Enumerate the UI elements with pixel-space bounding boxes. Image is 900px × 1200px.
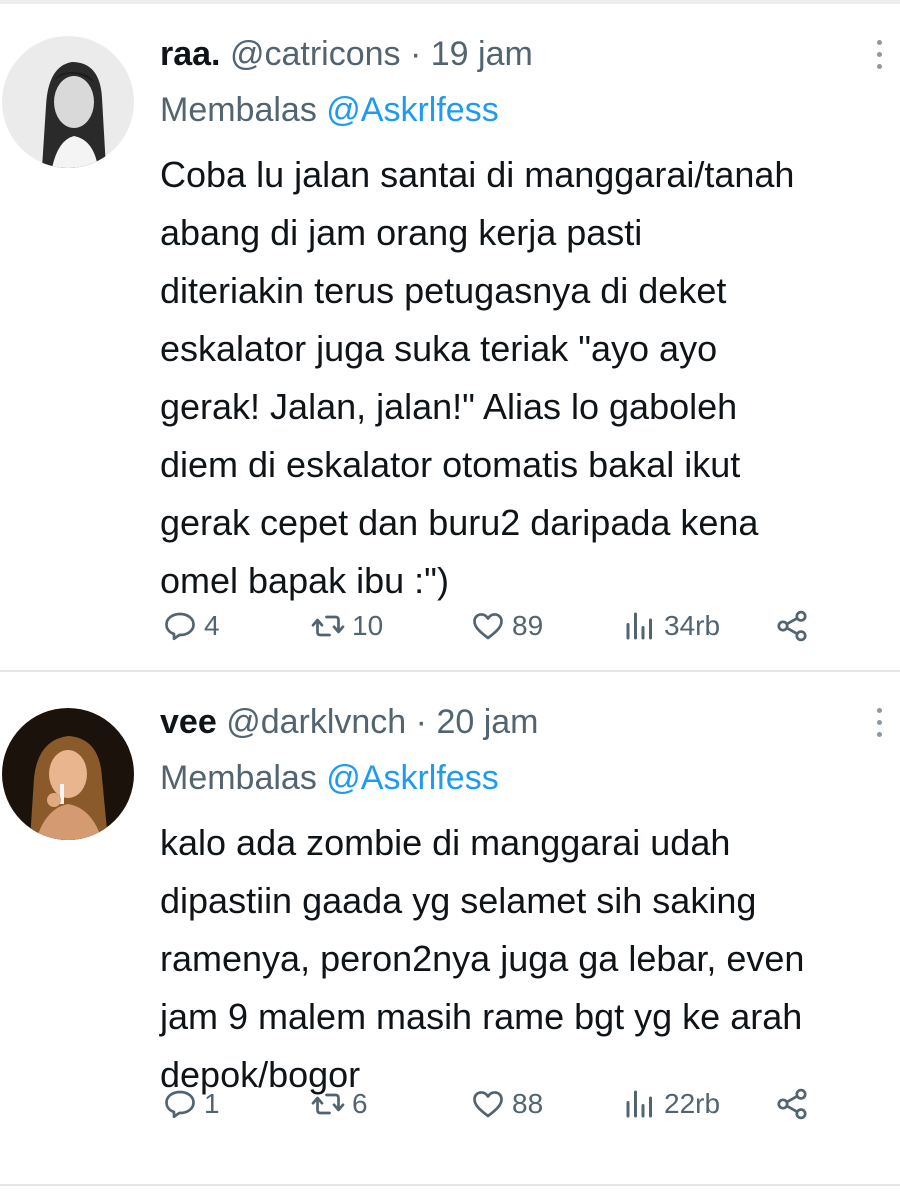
timestamp[interactable]: 19 jam [431, 35, 533, 73]
like-button[interactable]: 88 [470, 1082, 543, 1126]
reply-count: 4 [204, 610, 220, 641]
share-icon [777, 1088, 807, 1120]
action-bar: 1 6 88 22rb [160, 1082, 840, 1126]
share-button[interactable] [774, 1082, 810, 1126]
reply-button[interactable]: 4 [162, 604, 220, 648]
share-button[interactable] [774, 604, 810, 648]
mention-link[interactable]: @Askrlfess [326, 759, 498, 797]
tweet-reply[interactable]: raa. @catricons · 19 jam Membalas @Askrl… [0, 4, 900, 672]
views-icon [626, 612, 652, 640]
avatar-image [2, 36, 134, 168]
separator-dot: · [409, 35, 422, 73]
avatar[interactable] [2, 36, 134, 168]
display-name[interactable]: vee [160, 703, 217, 741]
heart-icon [473, 1091, 503, 1118]
tweet-header: vee @darklvnch · 20 jam [160, 702, 539, 742]
retweet-icon [311, 615, 345, 637]
like-count: 88 [512, 1088, 544, 1119]
retweet-count: 10 [352, 610, 384, 641]
avatar[interactable] [2, 708, 134, 840]
user-handle[interactable]: @catricons [230, 35, 401, 73]
views-count: 34rb [664, 610, 721, 641]
mention-link[interactable]: @Askrlfess [326, 91, 498, 129]
tweet-text: Coba lu jalan santai di manggarai/tanah … [160, 154, 795, 601]
reply-button[interactable]: 1 [162, 1082, 220, 1126]
retweet-button[interactable]: 6 [310, 1082, 368, 1126]
views-icon [626, 1090, 652, 1118]
timestamp[interactable]: 20 jam [436, 703, 538, 741]
tweet-text: kalo ada zombie di manggarai udah dipast… [160, 822, 805, 1095]
views-button[interactable]: 22rb [622, 1082, 720, 1126]
tweet-reply[interactable]: vee @darklvnch · 20 jam Membalas @Askrlf… [0, 672, 900, 1186]
more-icon[interactable] [866, 708, 892, 744]
reply-icon [165, 612, 195, 641]
avatar-image [2, 708, 134, 840]
views-button[interactable]: 34rb [622, 604, 720, 648]
retweet-count: 6 [352, 1088, 368, 1119]
reply-icon [165, 1090, 195, 1119]
separator-dot: · [415, 703, 427, 741]
views-count: 22rb [664, 1088, 721, 1119]
tweet-header: raa. @catricons · 19 jam [160, 34, 533, 74]
more-icon[interactable] [866, 40, 892, 76]
action-bar: 4 10 89 34rb [160, 604, 840, 648]
share-icon [777, 610, 807, 642]
user-handle[interactable]: @darklvnch [226, 703, 406, 741]
reply-count: 1 [204, 1088, 220, 1119]
replying-to: Membalas @Askrlfess [160, 90, 499, 130]
like-count: 89 [512, 610, 544, 641]
replying-to: Membalas @Askrlfess [160, 758, 499, 798]
replying-to-label: Membalas [160, 91, 317, 129]
retweet-icon [311, 1093, 345, 1115]
like-button[interactable]: 89 [470, 604, 543, 648]
display-name[interactable]: raa. [160, 35, 221, 73]
replying-to-label: Membalas [160, 759, 317, 797]
heart-icon [473, 613, 503, 640]
retweet-button[interactable]: 10 [310, 604, 383, 648]
